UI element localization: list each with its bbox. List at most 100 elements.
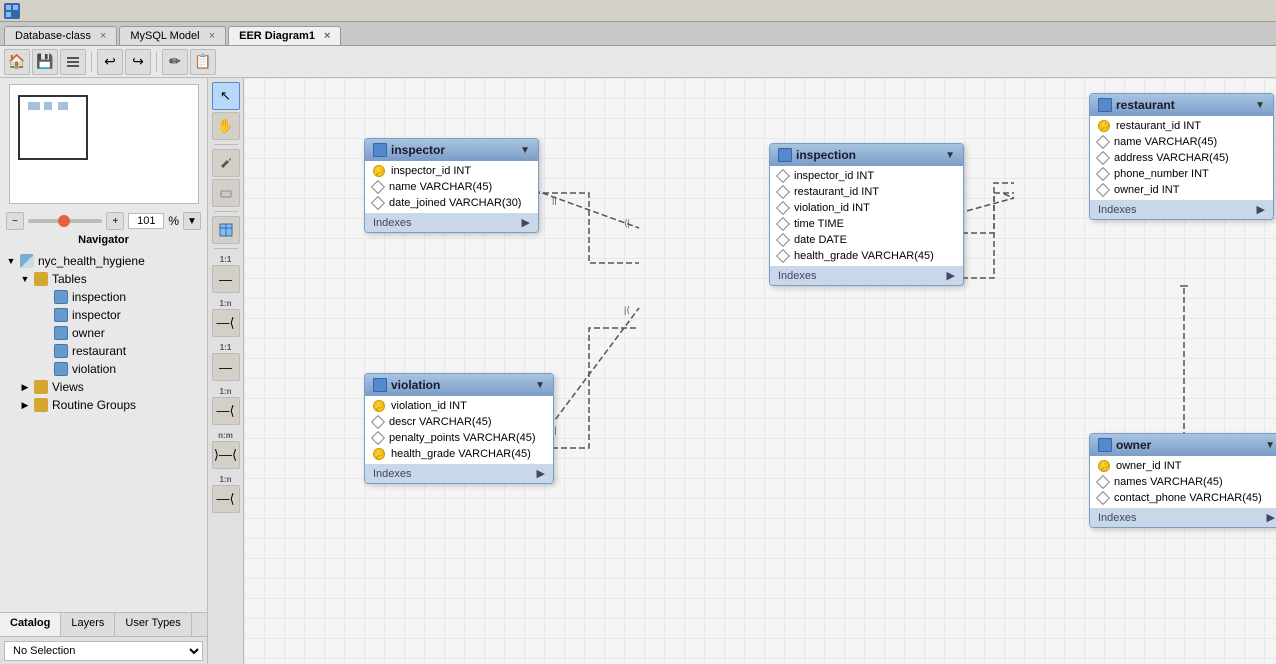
tree-item-owner[interactable]: owner <box>0 324 207 342</box>
indexes-owner-arrow[interactable]: ▶ <box>1267 511 1275 524</box>
indexes-restaurant[interactable]: Indexes ▶ <box>1090 200 1273 219</box>
toolbar-sep-2 <box>156 52 157 72</box>
tree-root[interactable]: ▼ nyc_health_hygiene <box>0 252 207 270</box>
zoom-out-btn[interactable]: − <box>6 212 24 230</box>
toolbar-home[interactable]: 🏠 <box>4 49 30 75</box>
nav-sq-3 <box>58 102 68 110</box>
tab-eer-diagram[interactable]: EER Diagram1 × <box>228 26 341 45</box>
tree-label-owner: owner <box>72 326 105 340</box>
tree-label-inspection: inspection <box>72 290 126 304</box>
tool-rel-nm[interactable]: ⟩—⟨ <box>212 441 240 469</box>
table-inspector-icon <box>373 143 387 157</box>
zoom-value-input[interactable] <box>128 213 164 229</box>
selection-dropdown[interactable]: No Selection <box>4 641 203 661</box>
table-inspector-body: 🔑 inspector_id INT name VARCHAR(45) date… <box>365 161 538 213</box>
close-tab-mysql[interactable]: × <box>209 30 215 42</box>
tree-label-restaurant: restaurant <box>72 344 126 358</box>
indexes-owner[interactable]: Indexes ▶ <box>1090 508 1276 527</box>
indexes-inspection[interactable]: Indexes ▶ <box>770 266 963 285</box>
tool-rel-11b[interactable]: — <box>212 353 240 381</box>
tree-root-arrow: ▼ <box>6 256 16 266</box>
table-owner-header[interactable]: owner ▼ <box>1090 434 1276 456</box>
tree-label-violation: violation <box>72 362 116 376</box>
tree-routines-group[interactable]: ▶ Routine Groups <box>0 396 207 414</box>
tool-eraser[interactable] <box>212 179 240 207</box>
tool-rel-1n-b[interactable]: —⟨ <box>212 397 240 425</box>
table-violation-header[interactable]: violation ▼ <box>365 374 553 396</box>
field-owner-id: 🔑 owner_id INT <box>1090 458 1276 474</box>
top-bar <box>0 0 1276 22</box>
left-panel: − + % ▼ Navigator ▼ nyc_health_hygiene ▼… <box>0 78 208 664</box>
tab-mysql-model[interactable]: MySQL Model × <box>119 26 226 45</box>
zoom-thumb[interactable] <box>58 215 70 227</box>
tree-item-inspection[interactable]: inspection <box>0 288 207 306</box>
tab-catalog[interactable]: Catalog <box>0 613 61 636</box>
toolbar-redo[interactable]: ↪ <box>125 49 151 75</box>
indexes-violation-arrow[interactable]: ▶ <box>537 467 545 480</box>
table-violation-expand[interactable]: ▼ <box>535 380 545 391</box>
tool-hand[interactable]: ✋ <box>212 112 240 140</box>
table-inspector-header[interactable]: inspector ▼ <box>365 139 538 161</box>
zoom-dropdown-btn[interactable]: ▼ <box>183 212 201 230</box>
schema-icon <box>20 254 34 268</box>
tool-rel-1n-c[interactable]: —⟨ <box>212 485 240 513</box>
indexes-inspector-arrow[interactable]: ▶ <box>522 216 530 229</box>
tab-bar: Database-class × MySQL Model × EER Diagr… <box>0 22 1276 46</box>
tool-cursor[interactable]: ↖ <box>212 82 240 110</box>
table-owner-expand[interactable]: ▼ <box>1265 440 1275 451</box>
diamond-owner-2 <box>1096 475 1110 489</box>
toolbar-undo[interactable]: ↩ <box>97 49 123 75</box>
table-inspector-expand[interactable]: ▼ <box>520 145 530 156</box>
table-inspection-body: inspector_id INT restaurant_id INT viola… <box>770 166 963 266</box>
navigator-preview <box>9 84 199 204</box>
zoom-in-btn[interactable]: + <box>106 212 124 230</box>
key-icon-restaurant-id: 🔑 <box>1098 120 1110 132</box>
tree-tables-group[interactable]: ▼ Tables <box>0 270 207 288</box>
indexes-violation[interactable]: Indexes ▶ <box>365 464 553 483</box>
app-icon <box>4 3 20 19</box>
table-inspection-expand[interactable]: ▼ <box>945 150 955 161</box>
selection-bar: No Selection <box>0 636 207 664</box>
tree-item-restaurant[interactable]: restaurant <box>0 342 207 360</box>
field-inspection-time: time TIME <box>770 216 963 232</box>
tab-user-types[interactable]: User Types <box>115 613 191 636</box>
toolbar-edit[interactable]: ✏ <box>162 49 188 75</box>
tree-views-group[interactable]: ▶ Views <box>0 378 207 396</box>
tree-item-inspector[interactable]: inspector <box>0 306 207 324</box>
field-violation-penalty: penalty_points VARCHAR(45) <box>365 430 553 446</box>
indexes-inspection-arrow[interactable]: ▶ <box>947 269 955 282</box>
toolbar-save[interactable]: 💾 <box>32 49 58 75</box>
field-inspector-id: 🔑 inspector_id INT <box>365 163 538 179</box>
table-inspection-header[interactable]: inspection ▼ <box>770 144 963 166</box>
ratio-1-n-c: 1:n <box>220 475 232 484</box>
table-icon-restaurant <box>54 344 68 358</box>
tab-layers[interactable]: Layers <box>61 613 115 636</box>
tool-rel-1n[interactable]: —⟨ <box>212 309 240 337</box>
field-violation-id: 🔑 violation_id INT <box>365 398 553 414</box>
close-tab-eer[interactable]: × <box>324 30 330 42</box>
eer-canvas[interactable]: || ⟨| || |⟨ <box>244 78 1276 664</box>
table-icon-inspection <box>54 290 68 304</box>
table-restaurant-header[interactable]: restaurant ▼ <box>1090 94 1273 116</box>
table-inspector: inspector ▼ 🔑 inspector_id INT name VARC… <box>364 138 539 233</box>
field-restaurant-phone: phone_number INT <box>1090 166 1273 182</box>
table-inspector-title: inspector <box>373 143 445 157</box>
tool-rel-11[interactable]: — <box>212 265 240 293</box>
tree-item-violation[interactable]: violation <box>0 360 207 378</box>
tool-table-add[interactable] <box>212 216 240 244</box>
tab-database-class[interactable]: Database-class × <box>4 26 117 45</box>
table-restaurant-expand[interactable]: ▼ <box>1255 100 1265 111</box>
table-icon-violation <box>54 362 68 376</box>
indexes-restaurant-arrow[interactable]: ▶ <box>1257 203 1265 216</box>
diamond-inspection-2 <box>776 185 790 199</box>
close-tab-database[interactable]: × <box>100 30 106 42</box>
toolbar-settings[interactable] <box>60 49 86 75</box>
tool-group-1n-2: 1:n —⟨ <box>212 299 240 337</box>
ratio-1-n: 1:n <box>220 299 232 308</box>
table-owner-icon <box>1098 438 1112 452</box>
toolbar-copy[interactable]: 📋 <box>190 49 216 75</box>
field-violation-descr: descr VARCHAR(45) <box>365 414 553 430</box>
zoom-slider[interactable] <box>28 219 102 223</box>
indexes-inspector[interactable]: Indexes ▶ <box>365 213 538 232</box>
tool-pencil[interactable] <box>212 149 240 177</box>
